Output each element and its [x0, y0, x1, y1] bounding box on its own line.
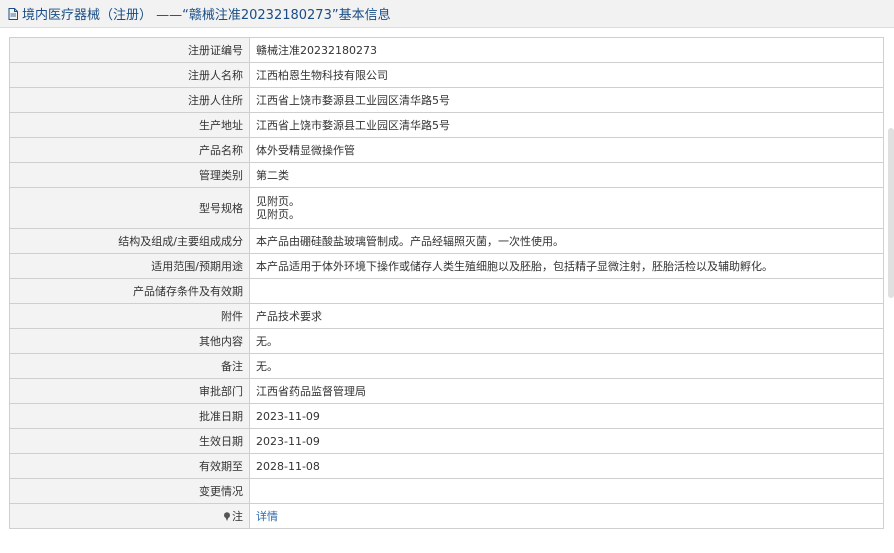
row-label: 注册人住所	[9, 87, 250, 113]
info-table: 注册证编号 赣械注准20232180273 注册人名称 江西柏恩生物科技有限公司…	[9, 37, 884, 529]
row-label: 有效期至	[9, 453, 250, 479]
row-label: 产品储存条件及有效期	[9, 278, 250, 304]
table-row: 生效日期 2023-11-09	[9, 428, 884, 454]
table-row: 适用范围/预期用途 本产品适用于体外环境下操作或储存人类生殖细胞以及胚胎，包括精…	[9, 253, 884, 279]
row-label: 型号规格	[9, 187, 250, 229]
row-value: 江西省药品监督管理局	[249, 378, 884, 404]
row-value: 2028-11-08	[249, 453, 884, 479]
row-label: 注册证编号	[9, 37, 250, 63]
scrollbar-thumb[interactable]	[888, 128, 894, 298]
row-value: 见附页。 见附页。	[249, 187, 884, 229]
row-label: 结构及组成/主要组成成分	[9, 228, 250, 254]
table-row: 批准日期 2023-11-09	[9, 403, 884, 429]
page-title: 境内医疗器械（注册） ——“赣械注准20232180273”基本信息	[22, 8, 391, 23]
row-value: 2023-11-09	[249, 403, 884, 429]
row-label: 批准日期	[9, 403, 250, 429]
row-value	[249, 478, 884, 504]
row-value: 无。	[249, 353, 884, 379]
row-label: 产品名称	[9, 137, 250, 163]
row-value: 赣械注准20232180273	[249, 37, 884, 63]
note-label-text: 注	[232, 509, 243, 523]
table-row: 审批部门 江西省药品监督管理局	[9, 378, 884, 404]
row-label-note: 注	[9, 503, 250, 529]
row-value: 第二类	[249, 162, 884, 188]
page-header: 境内医疗器械（注册） ——“赣械注准20232180273”基本信息	[0, 0, 894, 28]
table-row: 注册证编号 赣械注准20232180273	[9, 37, 884, 63]
content-area: 注册证编号 赣械注准20232180273 注册人名称 江西柏恩生物科技有限公司…	[0, 28, 894, 553]
table-row: 型号规格 见附页。 见附页。	[9, 187, 884, 229]
row-label: 生产地址	[9, 112, 250, 138]
row-label: 生效日期	[9, 428, 250, 454]
row-value: 无。	[249, 328, 884, 354]
row-value: 江西柏恩生物科技有限公司	[249, 62, 884, 88]
row-label: 附件	[9, 303, 250, 329]
row-label: 管理类别	[9, 162, 250, 188]
row-value: 产品技术要求	[249, 303, 884, 329]
table-row: 其他内容 无。	[9, 328, 884, 354]
row-label: 其他内容	[9, 328, 250, 354]
row-value: 2023-11-09	[249, 428, 884, 454]
row-value: 本产品适用于体外环境下操作或储存人类生殖细胞以及胚胎，包括精子显微注射，胚胎活检…	[249, 253, 884, 279]
row-value: 江西省上饶市婺源县工业园区清华路5号	[249, 87, 884, 113]
table-row: 产品储存条件及有效期	[9, 278, 884, 304]
pin-icon	[224, 511, 230, 521]
row-label: 变更情况	[9, 478, 250, 504]
row-value: 本产品由硼硅酸盐玻璃管制成。产品经辐照灭菌，一次性使用。	[249, 228, 884, 254]
document-icon	[8, 7, 18, 20]
details-link[interactable]: 详情	[256, 510, 278, 523]
row-value: 详情	[249, 503, 884, 529]
row-label: 审批部门	[9, 378, 250, 404]
table-row: 注册人名称 江西柏恩生物科技有限公司	[9, 62, 884, 88]
value-line: 见附页。	[256, 195, 300, 208]
table-row: 有效期至 2028-11-08	[9, 453, 884, 479]
row-value	[249, 278, 884, 304]
row-label: 备注	[9, 353, 250, 379]
value-line: 见附页。	[256, 208, 300, 221]
row-label: 适用范围/预期用途	[9, 253, 250, 279]
table-row: 变更情况	[9, 478, 884, 504]
table-row: 产品名称 体外受精显微操作管	[9, 137, 884, 163]
table-row: 管理类别 第二类	[9, 162, 884, 188]
table-row: 注 详情	[9, 503, 884, 529]
table-row: 注册人住所 江西省上饶市婺源县工业园区清华路5号	[9, 87, 884, 113]
row-value: 体外受精显微操作管	[249, 137, 884, 163]
table-row: 备注 无。	[9, 353, 884, 379]
table-row: 生产地址 江西省上饶市婺源县工业园区清华路5号	[9, 112, 884, 138]
row-value: 江西省上饶市婺源县工业园区清华路5号	[249, 112, 884, 138]
table-row: 结构及组成/主要组成成分 本产品由硼硅酸盐玻璃管制成。产品经辐照灭菌，一次性使用…	[9, 228, 884, 254]
row-label: 注册人名称	[9, 62, 250, 88]
table-row: 附件 产品技术要求	[9, 303, 884, 329]
